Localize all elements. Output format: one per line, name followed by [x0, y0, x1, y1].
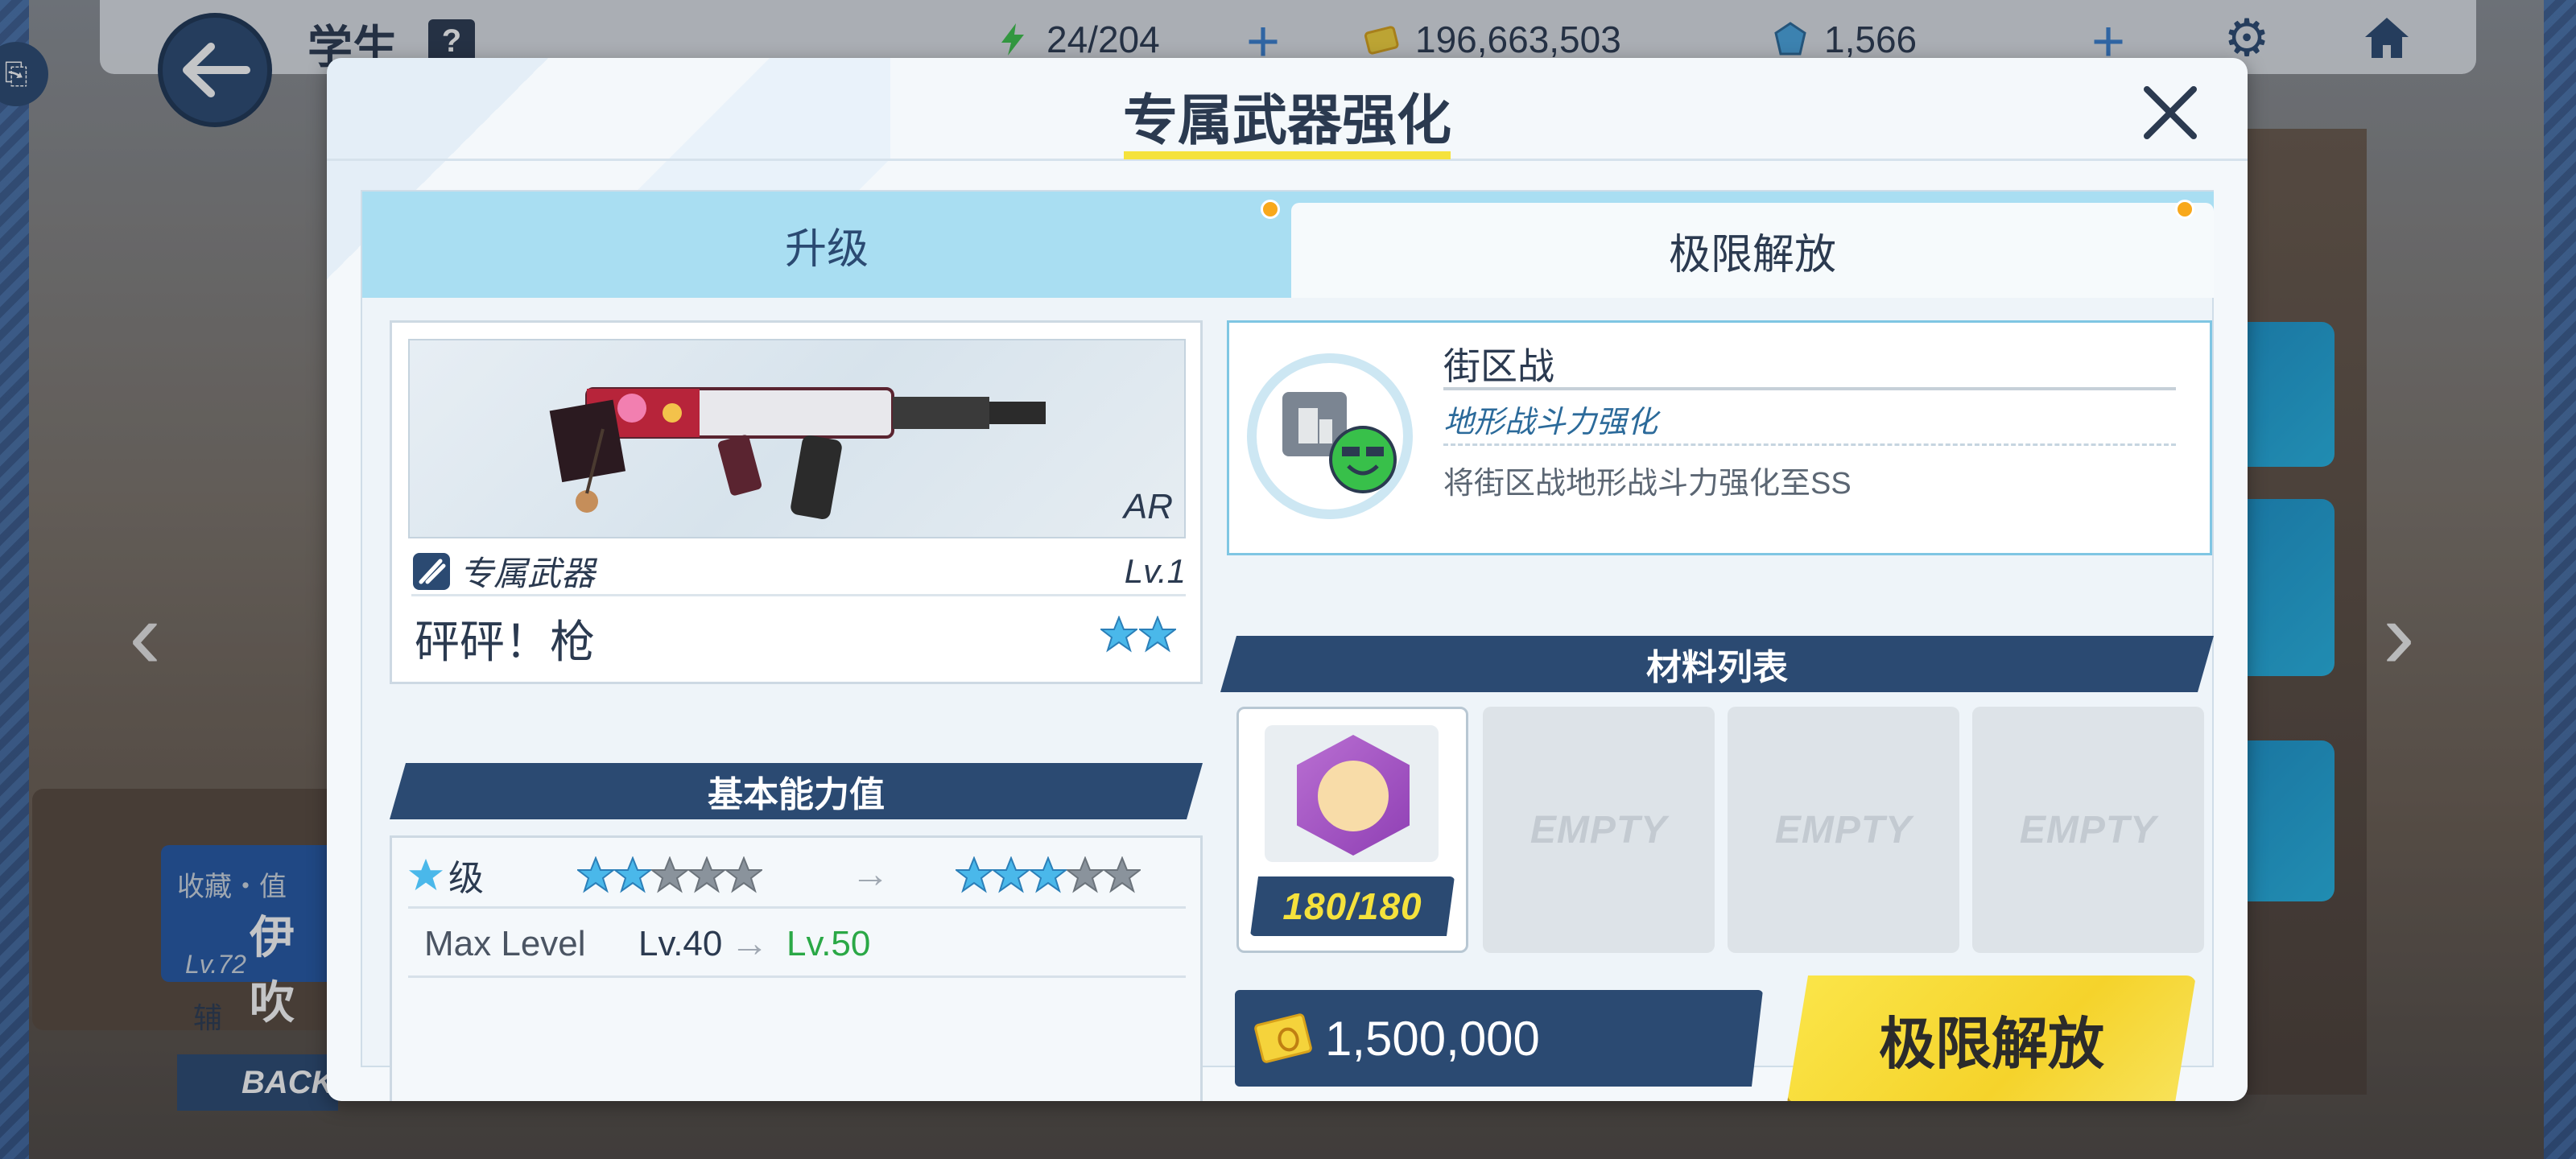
- stats-header: 基本能力值: [390, 763, 1203, 819]
- terrain-description: 将街区战地形战斗力强化至SS: [1443, 467, 1852, 501]
- tab-upgrade[interactable]: 升级: [362, 192, 1291, 298]
- limit-break-button[interactable]: 极限解放: [1787, 975, 2196, 1101]
- terrain-bonus-card: 街区战 地形战斗力强化 将街区战地形战斗力强化至SS: [1227, 320, 2212, 555]
- arrow-right-icon: →: [851, 853, 890, 896]
- material-count: 180/180: [1250, 876, 1455, 936]
- material-slot[interactable]: 180/180: [1236, 707, 1468, 953]
- terrain-icon-ring: [1247, 353, 1413, 519]
- star-empty-icon: [1104, 856, 1141, 893]
- star-icon: [1100, 616, 1137, 653]
- notification-dot: [1261, 200, 1280, 219]
- material-portrait: [1265, 725, 1439, 862]
- tab-limit-break[interactable]: 极限解放: [1291, 203, 2214, 298]
- cost-value: 1,500,000: [1325, 1011, 1540, 1066]
- empty-material-slot: EMPTY: [1483, 707, 1715, 953]
- stats-panel: 级 → Max Level Lv.40 → Lv.50: [390, 835, 1203, 1101]
- star-filled-icon: [614, 856, 651, 893]
- grade-label: 级: [448, 858, 484, 898]
- grade-stars-current: [577, 856, 762, 893]
- weapon-card: AR 专属武器 Lv.1 砰砰！枪: [390, 320, 1203, 684]
- weapon-category-row: 专属武器 Lv.1: [411, 548, 1186, 596]
- star-filled-icon: [993, 856, 1030, 893]
- star-filled-icon: [577, 856, 614, 893]
- divider: [1443, 387, 2176, 390]
- student-face-icon: [1318, 761, 1389, 831]
- exclusive-weapon-icon: [413, 552, 450, 590]
- grade-stars-next: [956, 856, 1141, 893]
- weapon-stars: [1100, 616, 1176, 653]
- star-empty-icon: [725, 856, 762, 893]
- max-level-to: Lv.50: [786, 923, 871, 963]
- weapon-image: AR: [408, 339, 1186, 538]
- content-frame: 升级 极限解放 AR 专属武器 Lv.1 砰砰！枪 基本能力值 级 → Max …: [361, 190, 2214, 1101]
- close-icon: [2144, 86, 2197, 139]
- star-icon: [1139, 616, 1176, 653]
- star-filled-icon: [956, 856, 993, 893]
- max-level-label: Max Level: [424, 923, 586, 963]
- empty-material-slot: EMPTY: [1728, 707, 1959, 953]
- grade-row: 级 →: [408, 843, 1186, 909]
- star-empty-icon: [1067, 856, 1104, 893]
- weapon-category: 专属武器: [460, 555, 596, 592]
- star-empty-icon: [688, 856, 725, 893]
- terrain-subtitle: 地形战斗力强化: [1443, 406, 1658, 439]
- max-level-row: Max Level Lv.40 → Lv.50: [408, 912, 1186, 978]
- credit-coin-icon: [1253, 1013, 1313, 1064]
- modal-title: 专属武器强化: [1122, 90, 1451, 151]
- materials-header: 材料列表: [1220, 636, 2214, 692]
- modal-header: 专属武器强化: [327, 58, 2248, 161]
- divider-dashed: [1443, 443, 2176, 446]
- empty-material-slot: EMPTY: [1972, 707, 2204, 953]
- close-button[interactable]: [2138, 80, 2202, 145]
- star-filled-icon: [1030, 856, 1067, 893]
- cost-display: 1,500,000: [1235, 990, 1763, 1087]
- weapon-level: Lv.1: [1124, 551, 1186, 590]
- ss-rank-face-icon: [1329, 426, 1397, 493]
- star-icon: [408, 858, 444, 890]
- max-level-from: Lv.40: [638, 923, 723, 963]
- weapon-type: AR: [1123, 487, 1173, 526]
- title-underline: [1124, 151, 1451, 159]
- weapon-enhance-modal: 专属武器强化 升级 极限解放 AR 专属武器 Lv.1 砰砰！枪 基本能力值 级…: [327, 58, 2248, 1101]
- weapon-name: 砰砰！枪: [415, 617, 595, 667]
- notification-dot: [2175, 200, 2194, 219]
- arrow-right-icon: →: [730, 922, 769, 965]
- star-empty-icon: [651, 856, 688, 893]
- terrain-title: 街区战: [1443, 345, 1554, 387]
- rifle-icon: [549, 387, 1046, 519]
